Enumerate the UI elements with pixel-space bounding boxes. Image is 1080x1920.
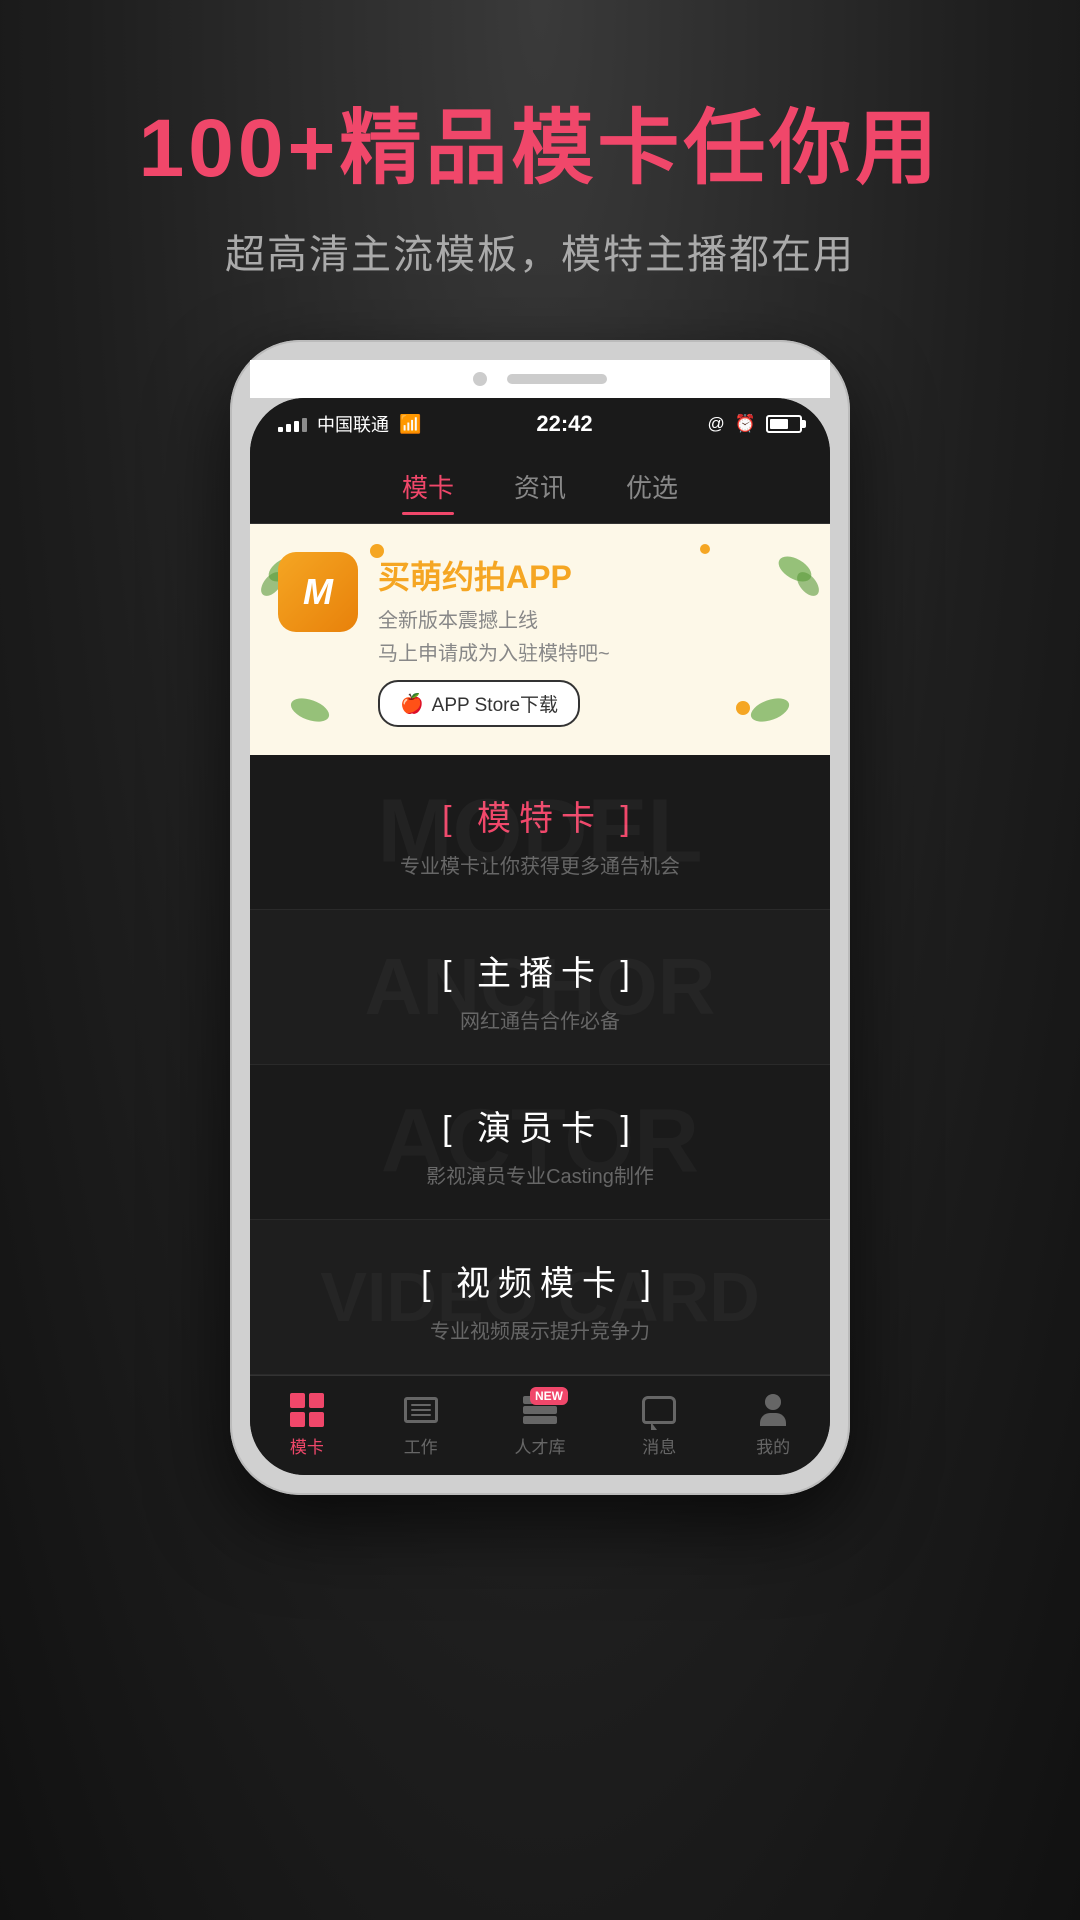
category-title-actor: [ 演员卡 ] (290, 1101, 790, 1150)
category-model[interactable]: MODEL [ 模特卡 ] 专业模卡让你获得更多通告机会 (250, 755, 830, 910)
moka-label: 模卡 (290, 1433, 324, 1458)
category-title-video: [ 视频模卡 ] (290, 1256, 790, 1305)
category-title-model: [ 模特卡 ] (290, 791, 790, 840)
profile-label: 我的 (756, 1433, 790, 1458)
work-label: 工作 (404, 1433, 438, 1458)
banner-title: 买萌约拍APP (378, 552, 802, 598)
categories-list: MODEL [ 模特卡 ] 专业模卡让你获得更多通告机会 ANCHOR [ 主播… (250, 755, 830, 1375)
banner-text: 买萌约拍APP 全新版本震撼上线 马上申请成为入驻模特吧~ 🍎 APP Stor… (378, 552, 802, 727)
banner-content: M 买萌约拍APP 全新版本震撼上线 马上申请成为入驻模特吧~ 🍎 APP St… (278, 552, 802, 727)
category-actor[interactable]: ACTOR [ 演员卡 ] 影视演员专业Casting制作 (250, 1065, 830, 1220)
download-label: APP Store下载 (432, 690, 558, 717)
wifi-icon: 📶 (399, 414, 421, 435)
top-text-area: 100+精品模卡任你用 超高清主流模板，模特主播都在用 (99, 0, 982, 340)
talent-label: 人才库 (514, 1433, 565, 1458)
page-title: 100+精品模卡任你用 (139, 100, 942, 198)
bottom-navigation: 模卡 工作 (250, 1375, 830, 1475)
apple-icon: 🍎 (400, 692, 424, 716)
status-right: @ ⏰ (708, 414, 802, 434)
bottom-nav-work[interactable]: 工作 (401, 1393, 441, 1458)
page-subtitle: 超高清主流模板，模特主播都在用 (139, 222, 942, 280)
bottom-nav-moka[interactable]: 模卡 (287, 1393, 327, 1458)
clock: 22:42 (536, 411, 592, 437)
work-icon (401, 1393, 441, 1427)
banner-subtitle1: 全新版本震撼上线 (378, 604, 802, 633)
category-subtitle-model: 专业模卡让你获得更多通告机会 (290, 850, 790, 879)
category-subtitle-actor: 影视演员专业Casting制作 (290, 1160, 790, 1189)
moka-icon (287, 1393, 327, 1427)
category-anchor[interactable]: ANCHOR [ 主播卡 ] 网红通告合作必备 (250, 910, 830, 1065)
signal-icon (278, 416, 307, 432)
message-icon (639, 1393, 679, 1427)
status-bar: 中国联通 📶 22:42 @ ⏰ (250, 398, 830, 450)
battery-icon (766, 415, 802, 433)
carrier-label: 中国联通 (317, 411, 389, 437)
lock-icon: @ (708, 414, 725, 434)
phone-screen: 中国联通 📶 22:42 @ ⏰ 模卡 资讯 (250, 398, 830, 1475)
nav-tabs: 模卡 资讯 优选 (250, 450, 830, 524)
profile-icon (753, 1393, 793, 1427)
category-subtitle-anchor: 网红通告合作必备 (290, 1005, 790, 1034)
promo-banner[interactable]: M 买萌约拍APP 全新版本震撼上线 马上申请成为入驻模特吧~ 🍎 APP St… (250, 524, 830, 755)
front-camera (473, 372, 487, 386)
alarm-icon: ⏰ (735, 414, 756, 434)
tab-moka[interactable]: 模卡 (402, 468, 454, 513)
talent-icon: NEW (520, 1393, 560, 1427)
bottom-nav-profile[interactable]: 我的 (753, 1393, 793, 1458)
status-left: 中国联通 📶 (278, 411, 421, 437)
new-badge: NEW (530, 1387, 568, 1405)
bottom-nav-talent[interactable]: NEW 人才库 (514, 1393, 565, 1458)
category-title-anchor: [ 主播卡 ] (290, 946, 790, 995)
tab-news[interactable]: 资讯 (514, 468, 566, 513)
app-icon: M (278, 552, 358, 632)
speaker (507, 374, 607, 384)
bottom-nav-message[interactable]: 消息 (639, 1393, 679, 1458)
phone-notch (250, 360, 830, 398)
category-video[interactable]: VIDEO CARD [ 视频模卡 ] 专业视频展示提升竞争力 (250, 1220, 830, 1375)
tab-select[interactable]: 优选 (626, 468, 678, 513)
download-button[interactable]: 🍎 APP Store下载 (378, 680, 580, 727)
category-subtitle-video: 专业视频展示提升竞争力 (290, 1315, 790, 1344)
message-label: 消息 (642, 1433, 676, 1458)
phone-mockup: 中国联通 📶 22:42 @ ⏰ 模卡 资讯 (230, 340, 850, 1495)
banner-subtitle2: 马上申请成为入驻模特吧~ (378, 637, 802, 666)
